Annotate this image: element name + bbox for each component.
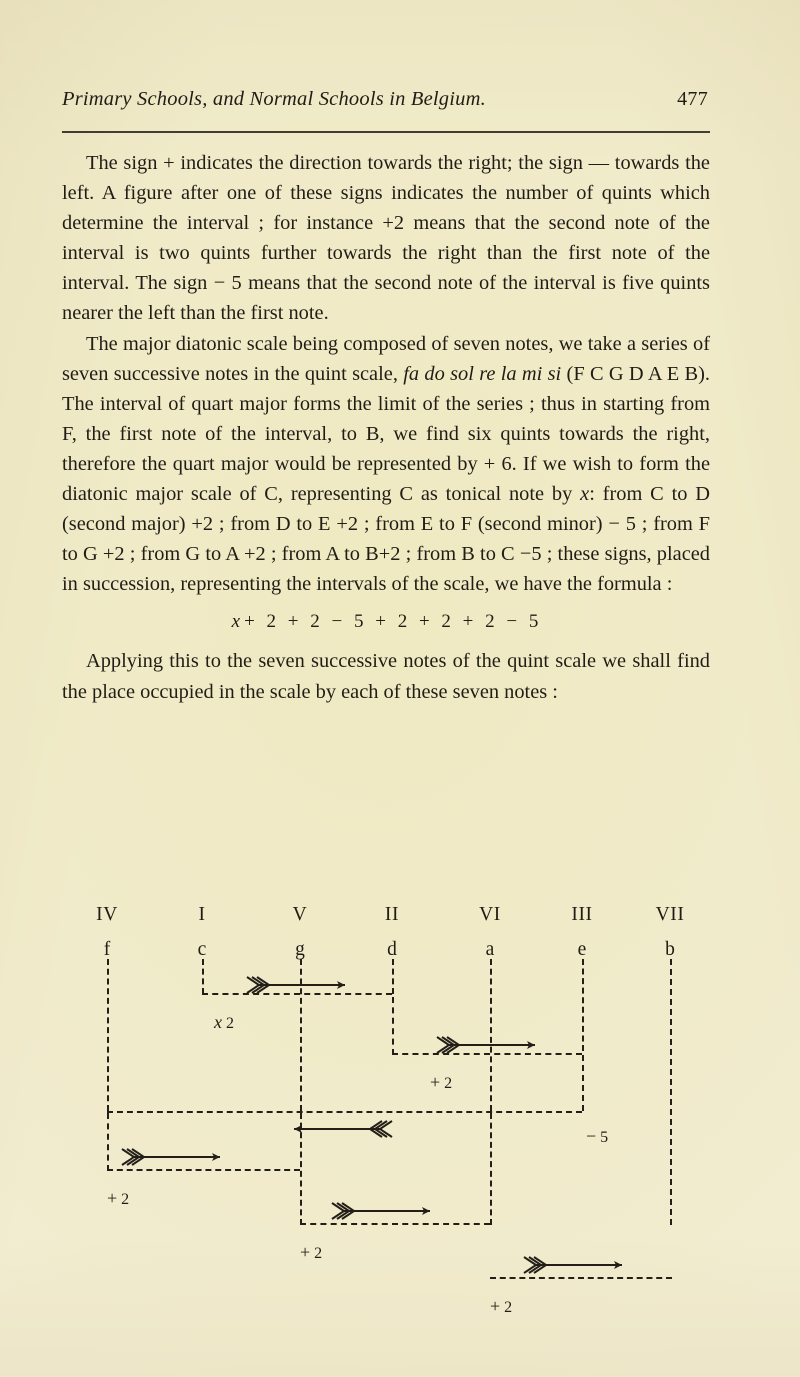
- degree-label-vi: VI: [479, 904, 501, 925]
- connector-label-g-to-a-sign: +: [300, 1242, 312, 1262]
- connector-d-to-e: [392, 1053, 582, 1055]
- page-number: 477: [677, 88, 708, 110]
- degree-label-ii: II: [384, 904, 400, 925]
- arrow-right-icon-d-to-e: [435, 1035, 539, 1055]
- note-label-g: g: [295, 939, 305, 960]
- connector-g-to-a: [300, 1223, 490, 1225]
- connector-baseline-f-to-e: [107, 1111, 582, 1113]
- quint-scale-diagram: IV I V II VI III VII f c g d a e b x 2 +…: [62, 904, 734, 1316]
- connector-label-c-to-g-value: 2: [226, 1015, 235, 1032]
- arrow-right-icon-a-to-b: [522, 1255, 626, 1275]
- paragraph-1: The sign + indicates the direction towar…: [62, 148, 710, 329]
- note-label-b: b: [665, 939, 675, 960]
- note-label-e: e: [577, 939, 587, 960]
- body-text: The sign + indicates the direction towar…: [62, 148, 710, 707]
- column-rule-e-upper: [582, 959, 584, 1051]
- column-rule-g-upper: [300, 959, 302, 1111]
- column-rule-b-full: [670, 959, 672, 1225]
- connector-label-f-to-g: +2: [107, 1189, 130, 1208]
- formula-terms: + 2 + 2 − 5 + 2 + 2 + 2 − 5: [244, 611, 541, 633]
- note-label-a: a: [485, 939, 495, 960]
- variable-x-inline: x: [580, 483, 590, 506]
- solfege-names: fa do sol re la mi si: [403, 362, 562, 385]
- display-formula: x + 2 + 2 − 5 + 2 + 2 + 2 − 5: [62, 599, 710, 646]
- column-rule-d-upper: [392, 959, 394, 994]
- degree-label-vii: VII: [655, 904, 685, 925]
- connector-label-f-to-g-value: 2: [121, 1191, 131, 1208]
- column-rule-a-upper: [490, 959, 492, 1111]
- arrow-right-icon-f-to-g: [120, 1147, 224, 1167]
- formula-variable: x: [231, 611, 243, 633]
- connector-label-d-to-g-back-sign: −: [586, 1126, 598, 1146]
- degree-label-iii: III: [571, 904, 593, 925]
- connector-label-d-to-g-back-value: 5: [600, 1129, 610, 1146]
- degree-label-iv: IV: [96, 904, 118, 925]
- connector-label-d-to-g-back: −5: [586, 1127, 609, 1146]
- column-rule-f-upper: [107, 959, 109, 1111]
- connector-label-a-to-b: +2: [490, 1297, 513, 1316]
- arrow-left-icon-d-to-g: [290, 1119, 394, 1139]
- connector-c-to-g: [202, 993, 392, 995]
- connector-f-to-g: [107, 1169, 300, 1171]
- paragraph-3: Applying this to the seven successive no…: [62, 646, 710, 706]
- column-rule-g-lower: [300, 1113, 302, 1225]
- column-rule-c-upper: [202, 959, 204, 994]
- connector-label-a-to-b-value: 2: [504, 1299, 514, 1316]
- paragraph-2: The major diatonic scale being composed …: [62, 329, 710, 600]
- column-rule-d-mid: [392, 997, 394, 1055]
- arrow-right-icon-g-to-a: [330, 1201, 434, 1221]
- connector-label-f-to-g-sign: +: [107, 1188, 119, 1208]
- connector-label-c-to-g-sign: x: [214, 1012, 223, 1032]
- running-head-title: Primary Schools, and Normal Schools in B…: [62, 88, 486, 110]
- degree-label-v: V: [292, 904, 308, 925]
- connector-label-d-to-e-value: 2: [444, 1075, 454, 1092]
- paragraph-3-text: Applying this to the seven successive no…: [62, 650, 710, 703]
- header-rule: [62, 131, 710, 133]
- connector-label-g-to-a: +2: [300, 1243, 323, 1262]
- column-rule-f-lower: [107, 1113, 109, 1171]
- note-label-c: c: [197, 939, 207, 960]
- connector-label-g-to-a-value: 2: [314, 1245, 324, 1262]
- degree-label-i: I: [198, 904, 206, 925]
- column-rule-e-lower: [582, 1055, 584, 1111]
- connector-label-a-to-b-sign: +: [490, 1296, 502, 1316]
- note-label-d: d: [387, 939, 397, 960]
- connector-label-c-to-g: x2: [214, 1013, 235, 1032]
- connector-label-d-to-e-sign: +: [430, 1072, 442, 1092]
- running-head: Primary Schools, and Normal Schools in B…: [62, 88, 710, 111]
- arrow-right-icon-c-to-g: [245, 975, 349, 995]
- paragraph-1-sign: − 5: [213, 272, 242, 295]
- connector-label-d-to-e: +2: [430, 1073, 453, 1092]
- scanned-book-page: Primary Schools, and Normal Schools in B…: [0, 0, 800, 1377]
- connector-a-to-b: [490, 1277, 672, 1279]
- note-label-f: f: [103, 939, 111, 960]
- column-rule-a-lower: [490, 1113, 492, 1225]
